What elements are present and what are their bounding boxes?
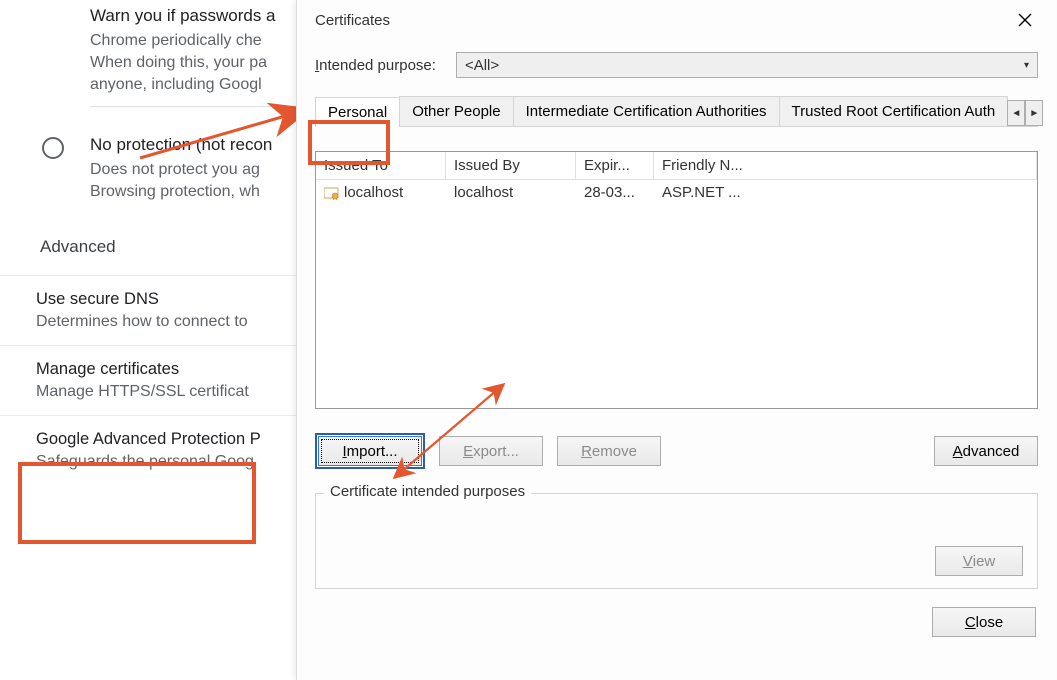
tab-scroll-right[interactable]: ►	[1025, 100, 1043, 126]
chevron-down-icon: ▾	[1024, 60, 1029, 71]
view-button[interactable]: View	[935, 546, 1023, 576]
col-issued-to[interactable]: Issued To	[316, 152, 446, 180]
intended-purpose-select[interactable]: <All> ▾	[456, 52, 1038, 78]
manage-desc: Manage HTTPS/SSL certificat	[36, 379, 300, 401]
advanced-button[interactable]: Advanced	[934, 436, 1038, 466]
tab-trusted-root-ca[interactable]: Trusted Root Certification Auth	[779, 96, 1009, 126]
tab-other-people[interactable]: Other People	[399, 96, 513, 126]
groupbox-label: Certificate intended purposes	[324, 483, 531, 500]
dialog-title: Certificates	[315, 12, 390, 29]
purposes-groupbox: Certificate intended purposes View	[315, 493, 1038, 589]
col-friendly[interactable]: Friendly N...	[654, 152, 1037, 180]
certificate-icon	[324, 186, 340, 200]
col-expiry[interactable]: Expir...	[576, 152, 654, 180]
tab-intermediate-ca[interactable]: Intermediate Certification Authorities	[513, 96, 780, 126]
tab-personal[interactable]: Personal	[315, 97, 400, 127]
secure-dns-row[interactable]: Use secure DNS Determines how to connect…	[0, 275, 300, 345]
certificates-dialog: Certificates Intended purpose: <All> ▾ P…	[296, 0, 1056, 680]
dns-desc: Determines how to connect to	[36, 309, 300, 331]
tab-scroll-left[interactable]: ◄	[1007, 100, 1025, 126]
close-button[interactable]: Close	[932, 607, 1036, 637]
manage-title: Manage certificates	[36, 360, 300, 379]
close-icon[interactable]	[1010, 5, 1040, 35]
no-protection-radio[interactable]	[42, 137, 64, 159]
annotation-highlight-manage	[18, 462, 256, 544]
dns-title: Use secure DNS	[36, 290, 300, 309]
col-issued-by[interactable]: Issued By	[446, 152, 576, 180]
gap-title: Google Advanced Protection P	[36, 430, 300, 449]
remove-button[interactable]: Remove	[557, 436, 661, 466]
manage-certificates-row[interactable]: Manage certificates Manage HTTPS/SSL cer…	[0, 345, 300, 415]
table-header: Issued To Issued By Expir... Friendly N.…	[316, 152, 1037, 180]
table-row[interactable]: localhost localhost 28-03... ASP.NET ...	[316, 180, 1037, 205]
tabs: Personal Other People Intermediate Certi…	[315, 96, 1038, 127]
intended-purpose-label: Intended purpose:	[315, 57, 436, 74]
certificate-list[interactable]: Issued To Issued By Expir... Friendly N.…	[315, 151, 1038, 409]
export-button[interactable]: Export...	[439, 436, 543, 466]
import-button[interactable]: Import...	[318, 436, 422, 466]
